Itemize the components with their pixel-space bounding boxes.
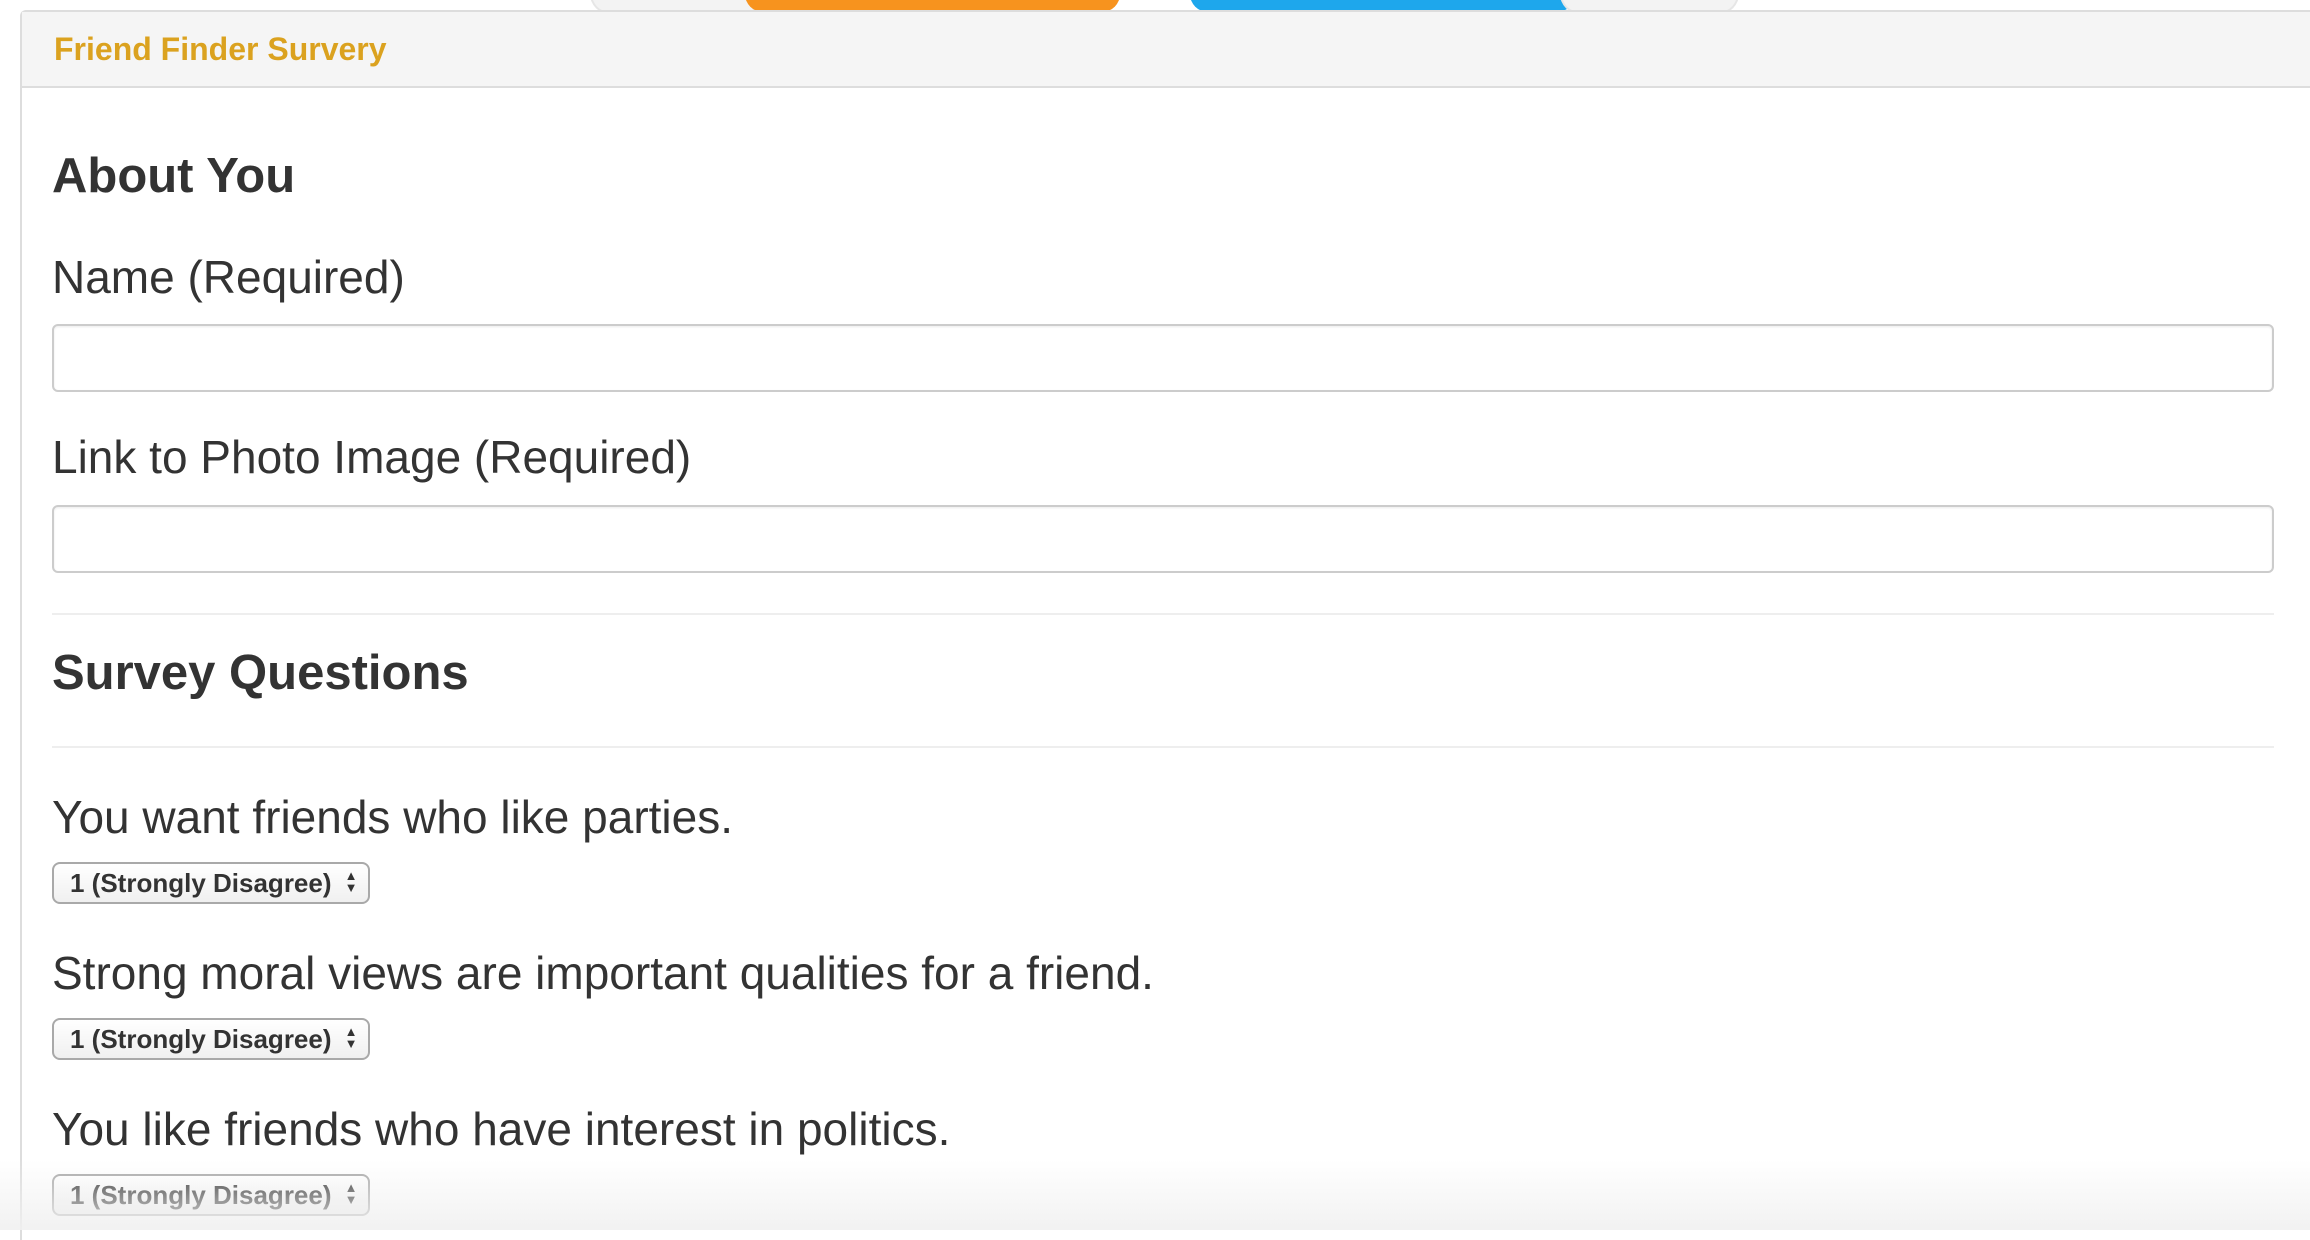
section-divider [52,746,2274,748]
photo-link-input[interactable] [52,505,2274,573]
panel-title: Friend Finder Survery [54,30,387,67]
survey-questions-heading: Survey Questions [52,646,469,700]
photo-link-label: Link to Photo Image (Required) [52,431,692,483]
question-2-selected-value: 1 (Strongly Disagree) [70,1023,332,1054]
panel-heading: Friend Finder Survery [22,12,2310,88]
question-3-selected-value: 1 (Strongly Disagree) [70,1179,332,1210]
name-label: Name (Required) [52,251,405,303]
section-divider [52,613,2274,615]
question-3-select[interactable]: 1 (Strongly Disagree) ▲ ▼ [52,1174,370,1216]
question-1-text: You want friends who like parties. [52,791,734,843]
name-input[interactable] [52,324,2274,392]
question-1-selected-value: 1 (Strongly Disagree) [70,867,332,898]
question-3-text: You like friends who have interest in po… [52,1103,951,1155]
about-you-heading: About You [52,149,296,203]
select-arrows-icon: ▲ ▼ [344,1024,358,1051]
select-arrows-icon: ▲ ▼ [344,868,358,895]
question-2-select[interactable]: 1 (Strongly Disagree) ▲ ▼ [52,1018,370,1060]
select-arrows-icon: ▲ ▼ [344,1180,358,1207]
question-2-text: Strong moral views are important qualiti… [52,947,1154,999]
question-1-select[interactable]: 1 (Strongly Disagree) ▲ ▼ [52,862,370,904]
